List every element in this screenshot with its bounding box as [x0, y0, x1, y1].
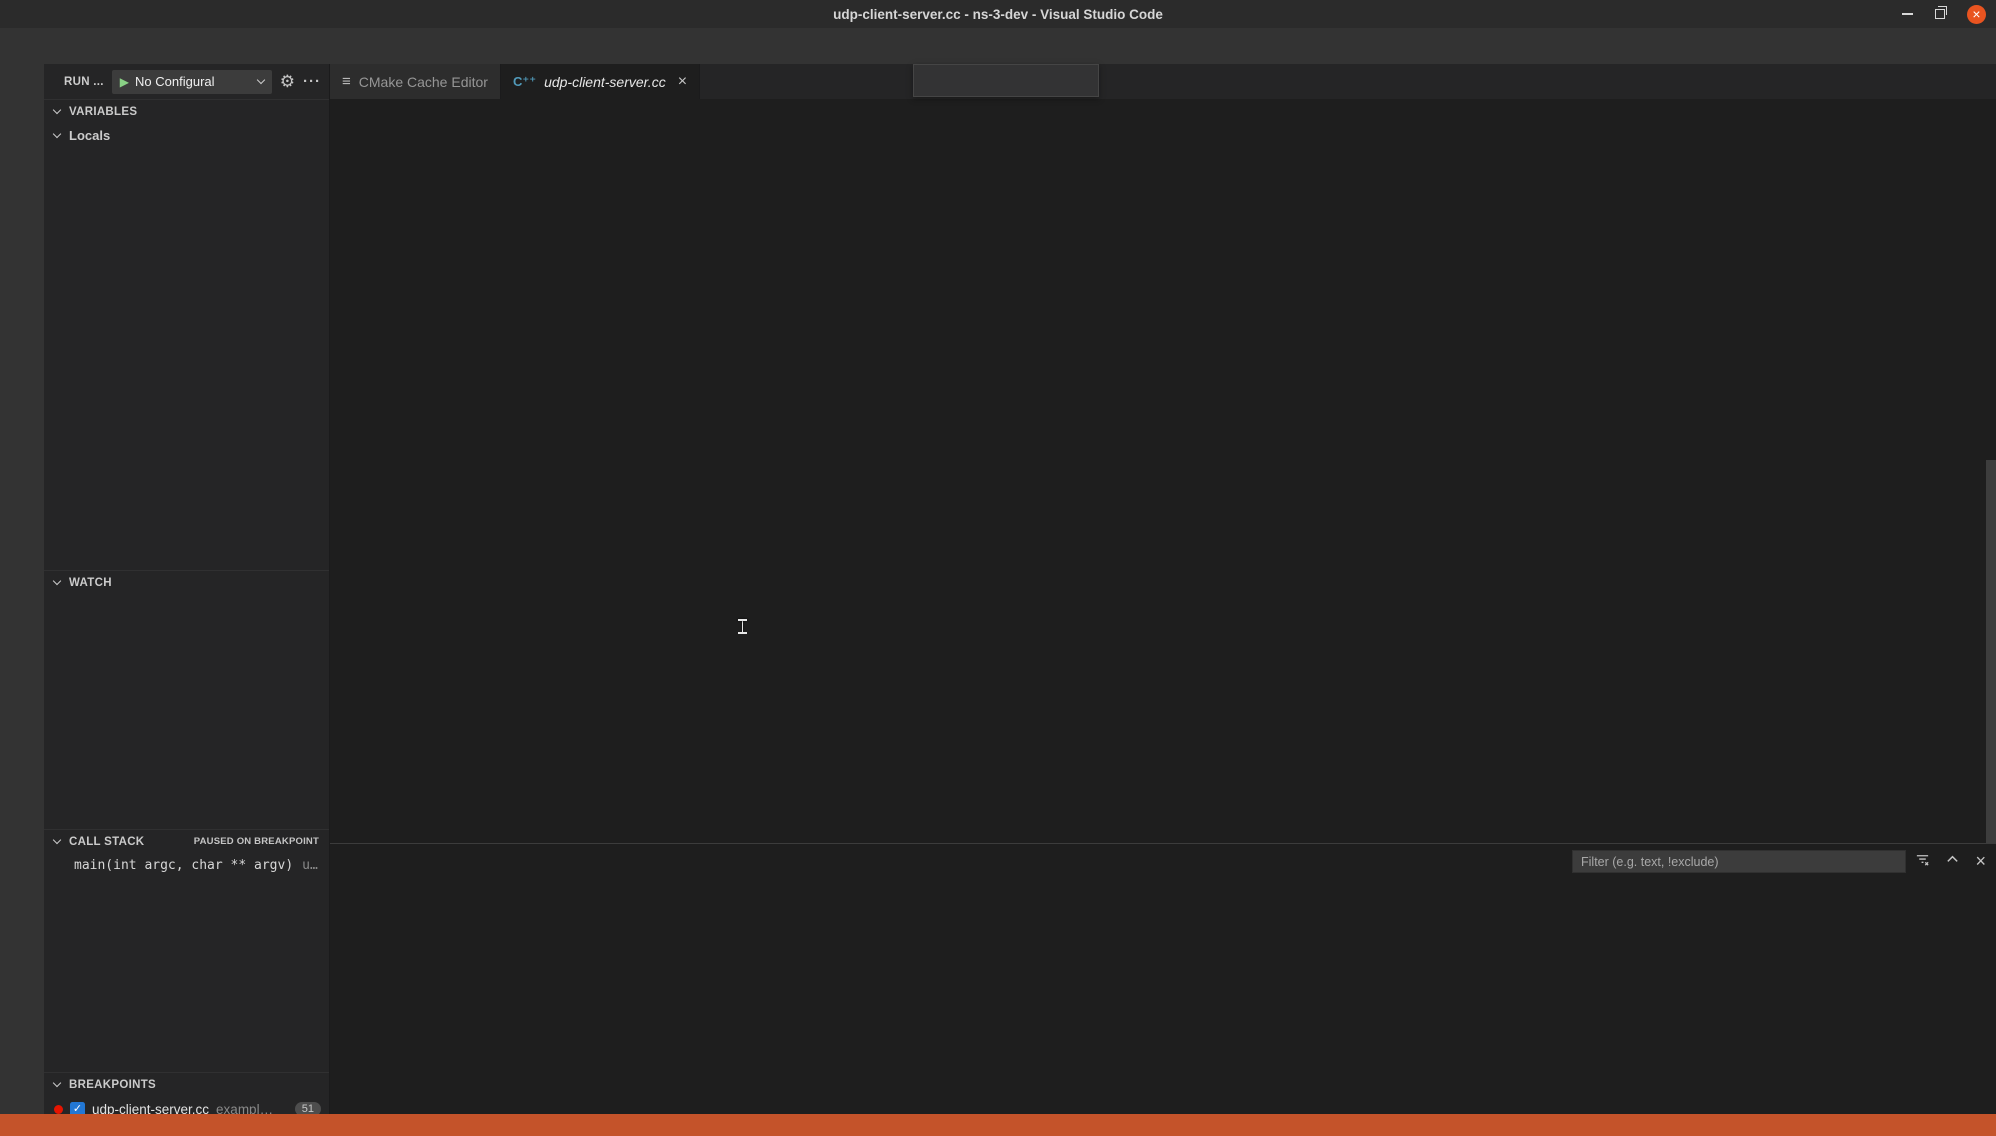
activity-bar: [0, 64, 44, 1114]
vscode-window: udp-client-server.cc - ns-3-dev - Visual…: [0, 0, 1996, 1136]
sidebar-title: RUN ...: [64, 76, 104, 88]
call-stack-frame[interactable]: main(int argc, char ** argv) u…: [44, 853, 329, 877]
editor-group: ≡ CMake Cache Editor C⁺⁺ udp-client-serv…: [330, 64, 1996, 1114]
cpp-file-icon: C⁺⁺: [513, 74, 536, 90]
variables-section-header[interactable]: VARIABLES: [44, 99, 329, 123]
debug-console-output[interactable]: [330, 880, 1982, 1114]
chevron-down-icon: [53, 106, 61, 114]
breakpoint-dot-icon: [54, 1105, 63, 1114]
chevron-down-icon: [257, 76, 265, 84]
editor-tab-bar: ≡ CMake Cache Editor C⁺⁺ udp-client-serv…: [330, 64, 1996, 99]
maximize-panel-icon[interactable]: [1945, 852, 1960, 872]
close-button[interactable]: ×: [1967, 5, 1986, 24]
editor-scrollbar[interactable]: [1986, 460, 1996, 843]
minimap[interactable]: [1856, 122, 1986, 412]
start-debug-icon[interactable]: ▶: [120, 75, 129, 89]
chevron-down-icon: [53, 577, 61, 585]
run-debug-sidebar: RUN ... ▶ No Configural ⚙ ··· VARIABLES …: [44, 64, 330, 1114]
code-editor[interactable]: [330, 122, 1996, 843]
close-panel-icon[interactable]: ×: [1975, 851, 1986, 872]
breakpoints-section-header[interactable]: BREAKPOINTS: [44, 1072, 329, 1096]
chevron-down-icon: [53, 836, 61, 844]
window-title: udp-client-server.cc - ns-3-dev - Visual…: [833, 7, 1163, 22]
debug-config-dropdown[interactable]: ▶ No Configural: [112, 70, 272, 94]
tab-udp-client-server[interactable]: C⁺⁺ udp-client-server.cc ×: [501, 64, 700, 99]
close-tab-icon[interactable]: ×: [678, 73, 687, 91]
chevron-down-icon: [53, 1079, 61, 1087]
more-actions-icon[interactable]: ···: [303, 73, 321, 90]
breadcrumb: [330, 99, 1996, 122]
chevron-down-icon: [53, 129, 61, 137]
minimize-button[interactable]: [1902, 13, 1913, 15]
mouse-ibeam-cursor: [738, 617, 747, 634]
menubar: [0, 28, 1996, 64]
maximize-button[interactable]: [1935, 9, 1945, 19]
list-icon: ≡: [342, 73, 351, 90]
tab-cmake-cache-editor[interactable]: ≡ CMake Cache Editor: [330, 64, 501, 99]
paused-status-badge: PAUSED ON BREAKPOINT: [194, 836, 319, 847]
bottom-panel: Filter (e.g. text, !exclude) ×: [330, 843, 1996, 1114]
console-filter-input[interactable]: Filter (e.g. text, !exclude): [1572, 850, 1906, 873]
variables-scope-locals[interactable]: Locals: [44, 123, 329, 147]
clear-filter-icon[interactable]: [1915, 852, 1930, 872]
titlebar: udp-client-server.cc - ns-3-dev - Visual…: [0, 0, 1996, 28]
watch-section-header[interactable]: WATCH: [44, 570, 329, 594]
debug-settings-gear-icon[interactable]: ⚙: [280, 72, 295, 92]
status-bar: [0, 1114, 1996, 1136]
call-stack-section-header[interactable]: CALL STACK PAUSED ON BREAKPOINT: [44, 829, 329, 853]
debug-toolbar: [913, 64, 1099, 97]
